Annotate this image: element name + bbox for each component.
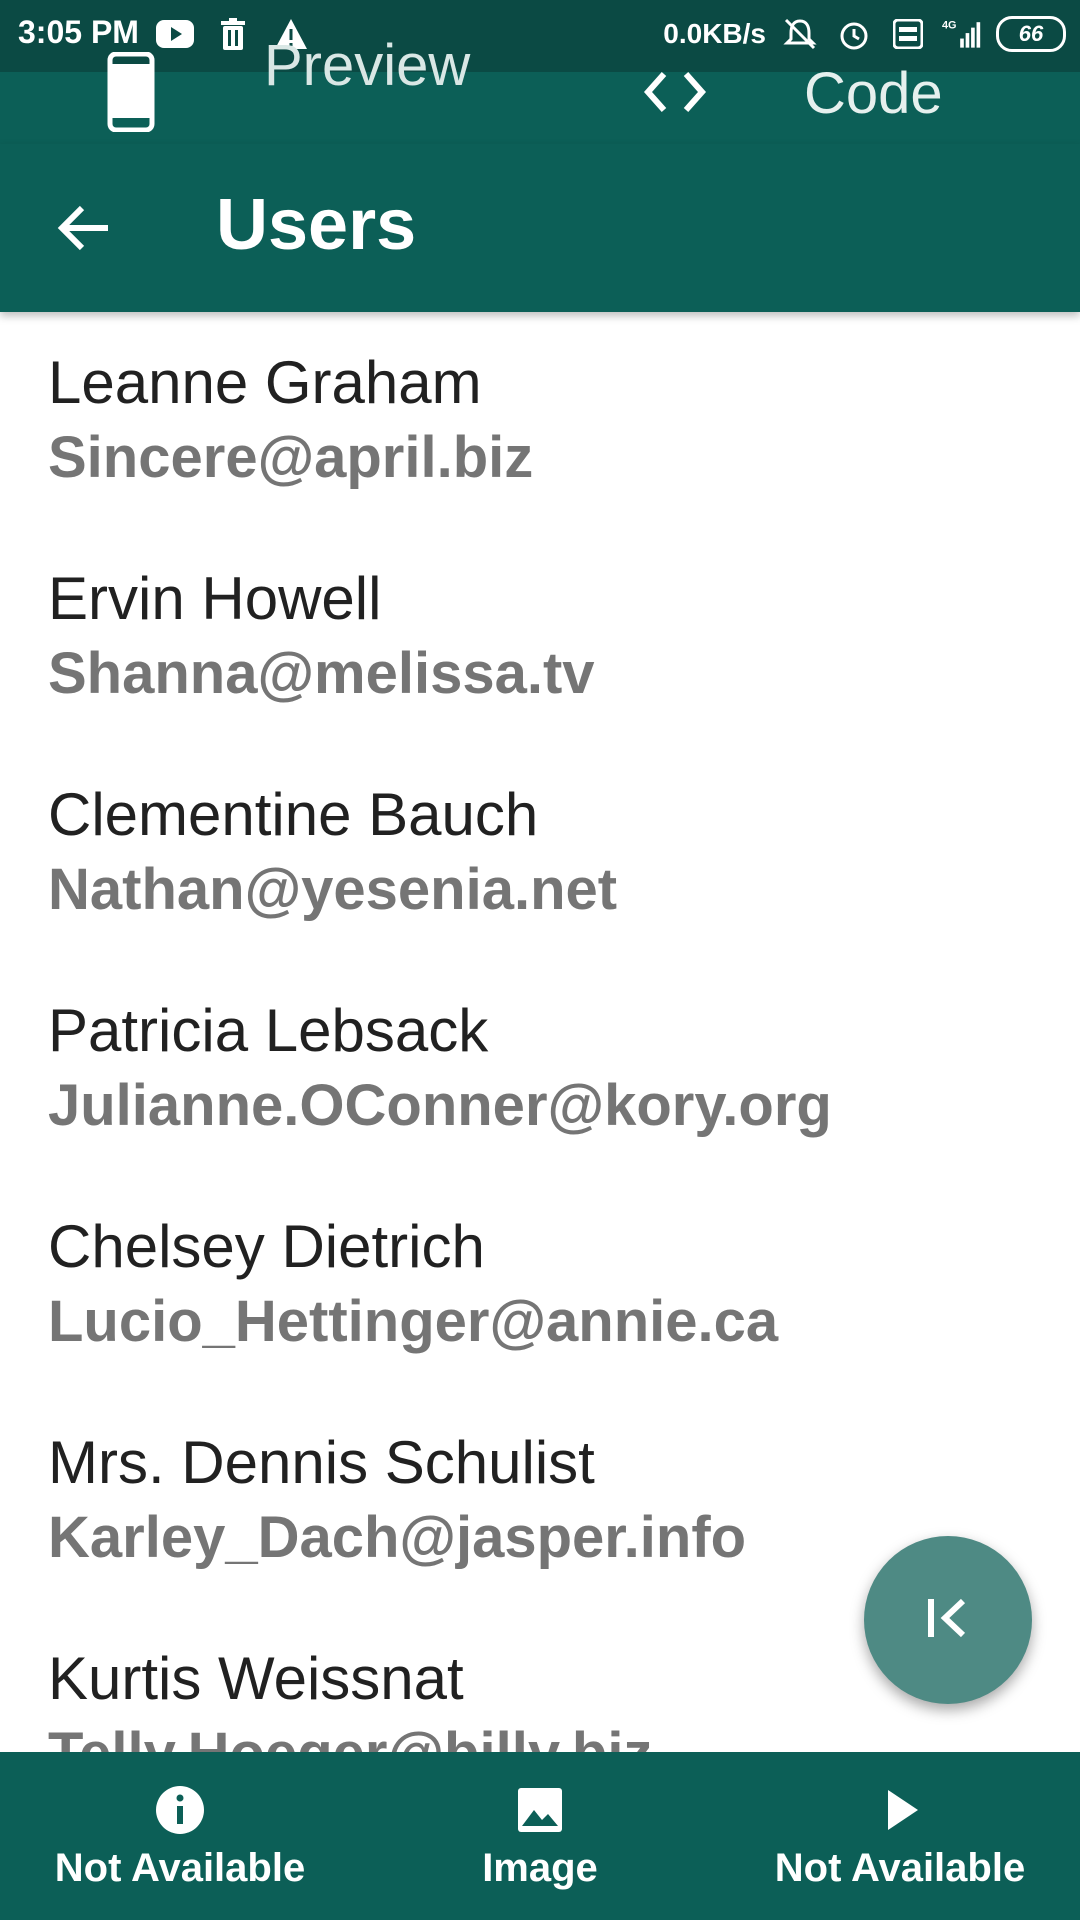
battery-icon: 66 bbox=[996, 16, 1066, 52]
nav-item-image[interactable]: Image bbox=[360, 1752, 720, 1920]
user-email: Shanna@melissa.tv bbox=[48, 641, 595, 706]
trash-icon bbox=[213, 14, 253, 54]
mode-bar: Preview Code bbox=[0, 33, 1080, 144]
phone-icon[interactable] bbox=[106, 51, 156, 133]
list-item[interactable]: Clementine Bauch Nathan@yesenia.net bbox=[48, 744, 1048, 960]
nav-label: Not Available bbox=[54, 1846, 306, 1890]
user-email: Sincere@april.biz bbox=[48, 425, 534, 490]
user-email: Julianne.OConner@kory.org bbox=[48, 1073, 832, 1138]
user-name: Ervin Howell bbox=[48, 565, 382, 632]
page-title: Users bbox=[216, 185, 417, 265]
app-bar: Users bbox=[0, 144, 1080, 312]
user-email: Telly.Hoeger@billy.biz bbox=[48, 1720, 652, 1752]
user-name: Kurtis Weissnat bbox=[48, 1645, 464, 1712]
user-name: Leanne Graham bbox=[48, 349, 482, 416]
nav-item-info[interactable]: Not Available bbox=[0, 1752, 360, 1920]
nav-label: Image bbox=[482, 1846, 598, 1890]
user-name: Mrs. Dennis Schulist bbox=[48, 1429, 595, 1496]
user-name: Clementine Bauch bbox=[48, 781, 539, 848]
user-email: Nathan@yesenia.net bbox=[48, 857, 618, 922]
tab-code[interactable]: Code bbox=[804, 60, 943, 127]
user-list[interactable]: Leanne Graham Sincere@april.biz Ervin Ho… bbox=[0, 312, 1080, 1752]
image-icon bbox=[514, 1784, 566, 1836]
list-item[interactable]: Leanne Graham Sincere@april.biz bbox=[48, 312, 1048, 528]
youtube-icon bbox=[155, 14, 195, 54]
user-name: Chelsey Dietrich bbox=[48, 1213, 485, 1280]
list-item[interactable]: Ervin Howell Shanna@melissa.tv bbox=[48, 528, 1048, 744]
play-icon bbox=[874, 1784, 926, 1836]
user-email: Karley_Dach@jasper.info bbox=[48, 1505, 747, 1570]
list-item[interactable]: Patricia Lebsack Julianne.OConner@kory.o… bbox=[48, 960, 1048, 1176]
svg-text:4G: 4G bbox=[942, 20, 957, 32]
collapse-left-icon bbox=[923, 1593, 973, 1648]
code-icon[interactable] bbox=[640, 62, 710, 122]
user-email: Lucio_Hettinger@annie.ca bbox=[48, 1289, 779, 1354]
nav-label: Not Available bbox=[774, 1846, 1026, 1890]
battery-level: 66 bbox=[1018, 21, 1044, 46]
net-speed: 0.0KB/s bbox=[663, 18, 766, 49]
signal-icon: 4G bbox=[942, 14, 982, 54]
volte-icon bbox=[888, 14, 928, 54]
info-icon bbox=[154, 1784, 206, 1836]
user-name: Patricia Lebsack bbox=[48, 997, 489, 1064]
bottom-nav: Not Available Image Not Available bbox=[0, 1752, 1080, 1920]
nav-item-play[interactable]: Not Available bbox=[720, 1752, 1080, 1920]
mute-icon bbox=[780, 14, 820, 54]
list-item[interactable]: Chelsey Dietrich Lucio_Hettinger@annie.c… bbox=[48, 1176, 1048, 1392]
status-time: 3:05 PM bbox=[18, 14, 139, 50]
back-arrow-icon[interactable] bbox=[52, 196, 116, 260]
system-icons: 0.0KB/s 4G 66 bbox=[663, 14, 1066, 54]
collapse-fab-button[interactable] bbox=[864, 1536, 1032, 1704]
alarm-icon bbox=[834, 14, 874, 54]
tab-preview[interactable]: Preview bbox=[264, 24, 470, 108]
